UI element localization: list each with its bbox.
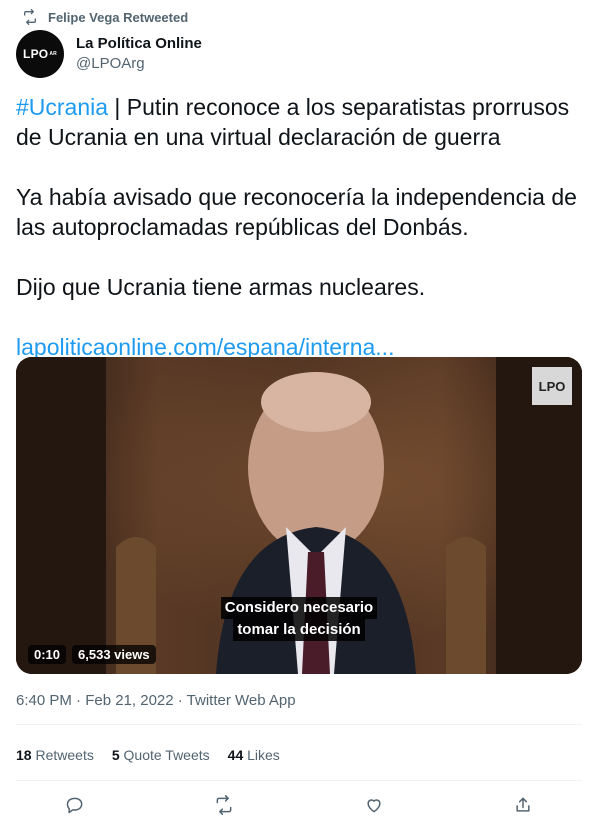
retweet-header[interactable]: Felipe Vega Retweeted (22, 8, 188, 26)
quotes-label: Quote Tweets (123, 747, 210, 763)
video-views: 6,533 views (72, 645, 156, 664)
tweet-paragraph-2: Ya había avisado que reconocería la inde… (16, 184, 577, 240)
subtitle-line-1: Considero necesario (220, 597, 378, 619)
quotes-count: 5 (111, 747, 120, 763)
divider-bottom (16, 780, 582, 781)
display-name[interactable]: La Política Online (76, 34, 202, 54)
retweet-icon (22, 9, 38, 25)
likes-stat[interactable]: 44 Likes (228, 747, 280, 763)
tweet-body: #Ucrania | Putin reconoce a los separati… (16, 92, 582, 362)
video-subtitle: Considero necesario tomar la decisión (16, 597, 582, 641)
avatar-text: LPO (23, 47, 49, 61)
tweet-stats: 18 Retweets 5 Quote Tweets 44 Likes (16, 740, 280, 770)
retweet-button[interactable] (214, 795, 234, 815)
video-duration: 0:10 (28, 645, 67, 664)
likes-label: Likes (247, 747, 280, 763)
like-button[interactable] (364, 795, 384, 815)
reply-button[interactable] (65, 795, 85, 815)
reply-icon (66, 797, 83, 814)
retweets-stat[interactable]: 18 Retweets (16, 747, 94, 763)
subtitle-line-2: tomar la decisión (233, 619, 365, 641)
retweet-label: Felipe Vega Retweeted (48, 9, 189, 25)
quotes-stat[interactable]: 5 Quote Tweets (112, 747, 210, 763)
likes-count: 44 (227, 747, 244, 763)
tweet-paragraph-1: #Ucrania | Putin reconoce a los separati… (16, 92, 582, 152)
retweet-action-icon (216, 795, 232, 815)
tweet-timestamp[interactable]: 6:40 PM · Feb 21, 2022 · Twitter Web App (16, 692, 296, 709)
tweet-author: LPO AR La Política Online @LPOArg (16, 30, 202, 78)
video-player[interactable]: LPO Considero necesario tomar la decisió… (16, 357, 582, 674)
tweet-actions (0, 790, 598, 820)
share-icon (516, 797, 530, 812)
retweets-count: 18 (16, 747, 32, 763)
heart-icon (367, 799, 381, 813)
share-button[interactable] (513, 795, 533, 815)
divider-top (16, 724, 582, 725)
lpo-watermark: LPO (532, 367, 572, 405)
avatar-sup: AR (49, 51, 57, 57)
video-badges: 0:10 6,533 views (28, 645, 156, 664)
retweets-label: Retweets (35, 747, 94, 763)
avatar[interactable]: LPO AR (16, 30, 64, 78)
hashtag-link[interactable]: #Ucrania (16, 94, 108, 120)
tweet-paragraph-3: Dijo que Ucrania tiene armas nucleares. (16, 274, 426, 300)
handle[interactable]: @LPOArg (76, 54, 202, 74)
